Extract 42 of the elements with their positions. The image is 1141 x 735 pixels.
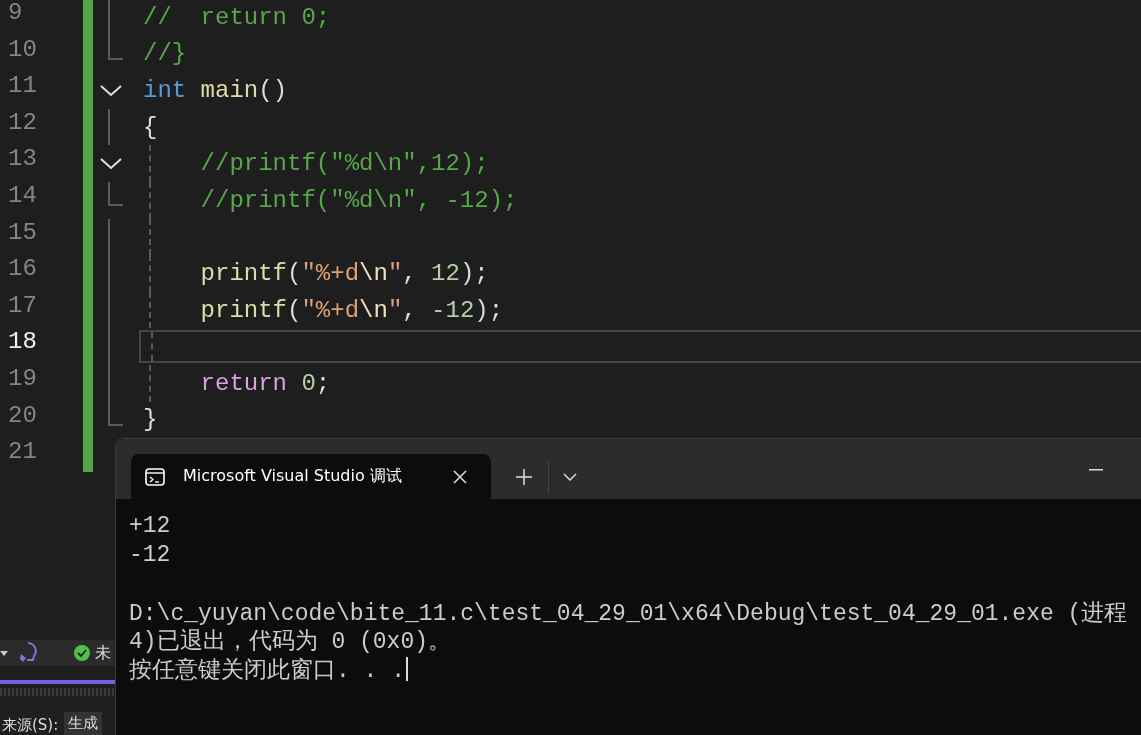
console-output-line: +12 <box>129 513 171 540</box>
source-dropdown[interactable]: 生成 <box>64 712 103 735</box>
line-number: 21 <box>7 438 38 468</box>
line-number: 20 <box>7 401 38 431</box>
collapse-chevron-icon[interactable] <box>99 84 123 99</box>
code-line: } <box>143 406 158 434</box>
code-line: //} <box>143 40 187 68</box>
fold-bracket-end <box>108 181 123 206</box>
console-message-line: D:\c_yuyan\code\bite_11.c\test_04_29_01\x64\Debug\test_04_29_01.exe (进程 <box>129 599 1128 628</box>
console-message-line: 按任意键关闭此窗口. . . <box>129 656 405 685</box>
line-number: 14 <box>7 181 38 211</box>
line-number: 17 <box>7 291 38 321</box>
caret-icon[interactable] <box>0 650 8 656</box>
line-number: 19 <box>7 364 38 394</box>
status-text: 未 <box>95 642 111 664</box>
line-number: 18 <box>7 328 38 358</box>
close-icon[interactable] <box>453 469 467 484</box>
code-line: // return 0; <box>143 3 331 31</box>
collapse-chevron-icon[interactable] <box>99 157 123 172</box>
line-number: 16 <box>7 255 38 285</box>
console-output-line: -12 <box>129 541 171 568</box>
line-number: 9 <box>7 0 24 28</box>
code-line: //printf("%d\n", -12); <box>199 186 518 214</box>
code-line: { <box>143 113 158 141</box>
success-check-icon <box>74 645 90 661</box>
terminal-icon <box>145 467 165 486</box>
new-tab-icon[interactable] <box>516 469 532 485</box>
line-number: 13 <box>7 145 38 175</box>
line-number: 10 <box>7 35 38 65</box>
code-line: return 0; <box>199 369 331 397</box>
code-line: printf("%+d\n", 12); <box>199 259 489 287</box>
minimize-icon[interactable] <box>1089 469 1103 471</box>
line-number: 12 <box>7 108 38 138</box>
console-message-line: 4)已退出，代码为 0 (0x0)。 <box>129 628 452 657</box>
line-number: 15 <box>7 218 38 248</box>
code-line: //printf("%d\n",12); <box>199 150 489 178</box>
code-line: int main() <box>143 77 288 104</box>
chevron-down-icon[interactable] <box>563 473 577 481</box>
code-line: printf("%+d\n", -12); <box>199 296 504 324</box>
terminal-tab[interactable]: Microsoft Visual Studio 调试 <box>131 454 491 499</box>
line-number: 11 <box>7 72 38 102</box>
source-label: 来源(S): <box>2 716 59 735</box>
